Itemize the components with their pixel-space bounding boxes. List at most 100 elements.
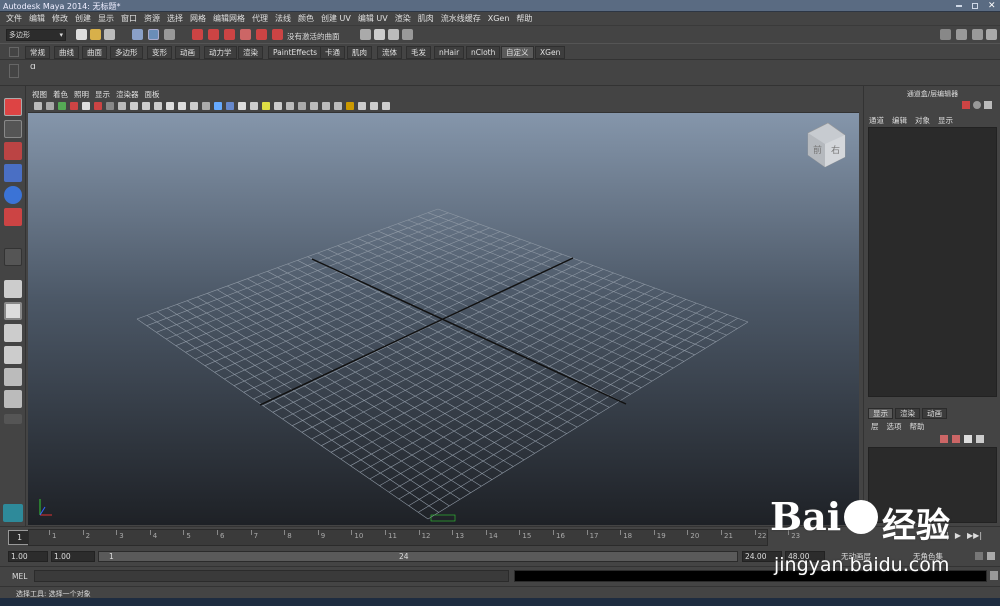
snap-grid-icon[interactable] [192, 29, 203, 40]
menu-item-13[interactable]: 创建 UV [319, 13, 356, 24]
persp-graph-layout-icon[interactable] [4, 346, 22, 364]
shelf-tab-1[interactable]: 曲线 [54, 46, 79, 59]
rotate-tool-icon[interactable] [4, 186, 22, 204]
viewport-tool-icon-13[interactable] [190, 102, 198, 110]
settings-icon[interactable] [973, 101, 981, 109]
menu-item-10[interactable]: 代理 [250, 13, 273, 24]
make-live-icon[interactable] [256, 29, 267, 40]
viewport-menu-item-0[interactable]: 视图 [32, 89, 47, 100]
lasso-tool-icon[interactable] [4, 120, 22, 138]
move-tool-icon[interactable] [4, 164, 22, 182]
viewport-tool-icon-8[interactable] [130, 102, 138, 110]
viewport-tool-icon-4[interactable] [82, 102, 90, 110]
key-selected-icon[interactable] [962, 101, 970, 109]
layer-menu-item-0[interactable]: 层 [871, 421, 879, 432]
viewport-canvas[interactable]: 前 右 [28, 113, 859, 525]
time-slider-track[interactable]: 1 2 3 4 5 6 7 8 9 10 11 12 13 14 15 16 17 18 19 20 21 22 23 [28, 529, 800, 546]
snap-curve-icon[interactable] [208, 29, 219, 40]
menu-set-dropdown[interactable]: 多边形 ▾ [6, 29, 66, 41]
maximize-button[interactable] [972, 3, 978, 9]
viewport-tool-icon-29[interactable] [382, 102, 390, 110]
shelf-tab-11[interactable]: 流体 [377, 46, 402, 59]
viewport-tool-icon-16[interactable] [226, 102, 234, 110]
paint-select-tool-icon[interactable] [4, 142, 22, 160]
custom-shelf-icon[interactable]: ɑ [30, 62, 40, 72]
view-cube-icon[interactable]: 前 右 [807, 122, 846, 168]
viewport-menu-item-5[interactable]: 面板 [145, 89, 160, 100]
viewport-tool-icon-14[interactable] [202, 102, 210, 110]
shelf-tab-9[interactable]: 卡通 [320, 46, 345, 59]
render-settings-icon[interactable] [402, 29, 413, 40]
select-object-icon[interactable] [148, 29, 159, 40]
menu-item-5[interactable]: 窗口 [119, 13, 142, 24]
magnet-icon[interactable] [272, 29, 283, 40]
viewport-tool-icon-24[interactable] [322, 102, 330, 110]
menu-item-16[interactable]: 肌肉 [416, 13, 439, 24]
shelf-tab-4[interactable]: 变形 [147, 46, 172, 59]
menu-item-2[interactable]: 修改 [50, 13, 73, 24]
side-by-side-layout-icon[interactable] [4, 324, 22, 342]
channel-box-list[interactable] [868, 127, 997, 397]
four-pane-layout-icon[interactable] [4, 302, 22, 320]
menu-item-4[interactable]: 显示 [96, 13, 119, 24]
menu-item-0[interactable]: 文件 [4, 13, 27, 24]
shelf-tab-6[interactable]: 动力学 [204, 46, 237, 59]
menu-item-15[interactable]: 渲染 [393, 13, 416, 24]
viewport-tool-icon-26[interactable] [346, 102, 354, 110]
layer-menu-item-1[interactable]: 选项 [887, 421, 902, 432]
attribute-editor-icon[interactable] [956, 29, 967, 40]
layer-move-up-icon[interactable] [940, 435, 948, 443]
shelf-tab-7[interactable]: 渲染 [238, 46, 263, 59]
viewport-tool-icon-21[interactable] [286, 102, 294, 110]
render-icon[interactable] [374, 29, 385, 40]
new-scene-icon[interactable] [76, 29, 87, 40]
menu-item-11[interactable]: 法线 [273, 13, 296, 24]
layer-move-down-icon[interactable] [952, 435, 960, 443]
viewport-menu-item-3[interactable]: 显示 [95, 89, 110, 100]
menu-item-8[interactable]: 网格 [188, 13, 211, 24]
viewport-menu-item-1[interactable]: 着色 [53, 89, 68, 100]
command-language-label[interactable]: MEL [12, 572, 27, 581]
menu-item-12[interactable]: 颜色 [296, 13, 319, 24]
ipr-render-icon[interactable] [388, 29, 399, 40]
close-button[interactable]: ✕ [988, 2, 996, 11]
viewport-tool-icon-20[interactable] [274, 102, 282, 110]
channel-box-menu-item-3[interactable]: 显示 [938, 115, 953, 126]
layout-icon[interactable] [940, 29, 951, 40]
viewport-tool-icon-1[interactable] [46, 102, 54, 110]
menu-item-7[interactable]: 选择 [165, 13, 188, 24]
channel-box-menu-item-2[interactable]: 对象 [915, 115, 930, 126]
channel-box-menu-item-0[interactable]: 通道 [869, 115, 884, 126]
viewport-tool-icon-0[interactable] [34, 102, 42, 110]
viewport-tool-icon-17[interactable] [238, 102, 246, 110]
scale-tool-icon[interactable] [4, 208, 22, 226]
hypershade-layout-icon[interactable] [4, 390, 22, 408]
save-scene-icon[interactable] [104, 29, 115, 40]
layout-options-icon[interactable] [4, 414, 22, 424]
viewport-tool-icon-11[interactable] [166, 102, 174, 110]
shelf-tab-8[interactable]: PaintEffects [268, 46, 323, 59]
viewport-tool-icon-18[interactable] [250, 102, 258, 110]
menu-item-18[interactable]: XGen [486, 14, 515, 23]
viewport-tool-icon-19[interactable] [262, 102, 270, 110]
channel-box-icon[interactable] [986, 29, 997, 40]
viewport-tool-icon-27[interactable] [358, 102, 366, 110]
last-tool-icon[interactable] [4, 248, 22, 266]
channel-box-menu-item-1[interactable]: 编辑 [892, 115, 907, 126]
menu-item-1[interactable]: 编辑 [27, 13, 50, 24]
snap-point-icon[interactable] [224, 29, 235, 40]
shelf-tab-2[interactable]: 曲面 [82, 46, 107, 59]
shelf-tab-15[interactable]: 自定义 [501, 46, 534, 59]
layer-menu-item-2[interactable]: 帮助 [910, 421, 925, 432]
viewport-tool-icon-10[interactable] [154, 102, 162, 110]
viewport-tool-icon-6[interactable] [106, 102, 114, 110]
shelf-tab-5[interactable]: 动画 [175, 46, 200, 59]
viewport-tool-icon-9[interactable] [142, 102, 150, 110]
viewport-tool-icon-2[interactable] [58, 102, 66, 110]
viewport-tool-icon-7[interactable] [118, 102, 126, 110]
snap-view-icon[interactable] [240, 29, 251, 40]
shelf-options-icon[interactable] [9, 47, 19, 57]
viewport-tool-icon-15[interactable] [214, 102, 222, 110]
shelf-tab-10[interactable]: 肌肉 [347, 46, 372, 59]
playback-start-field[interactable]: 1.00 [51, 551, 95, 562]
